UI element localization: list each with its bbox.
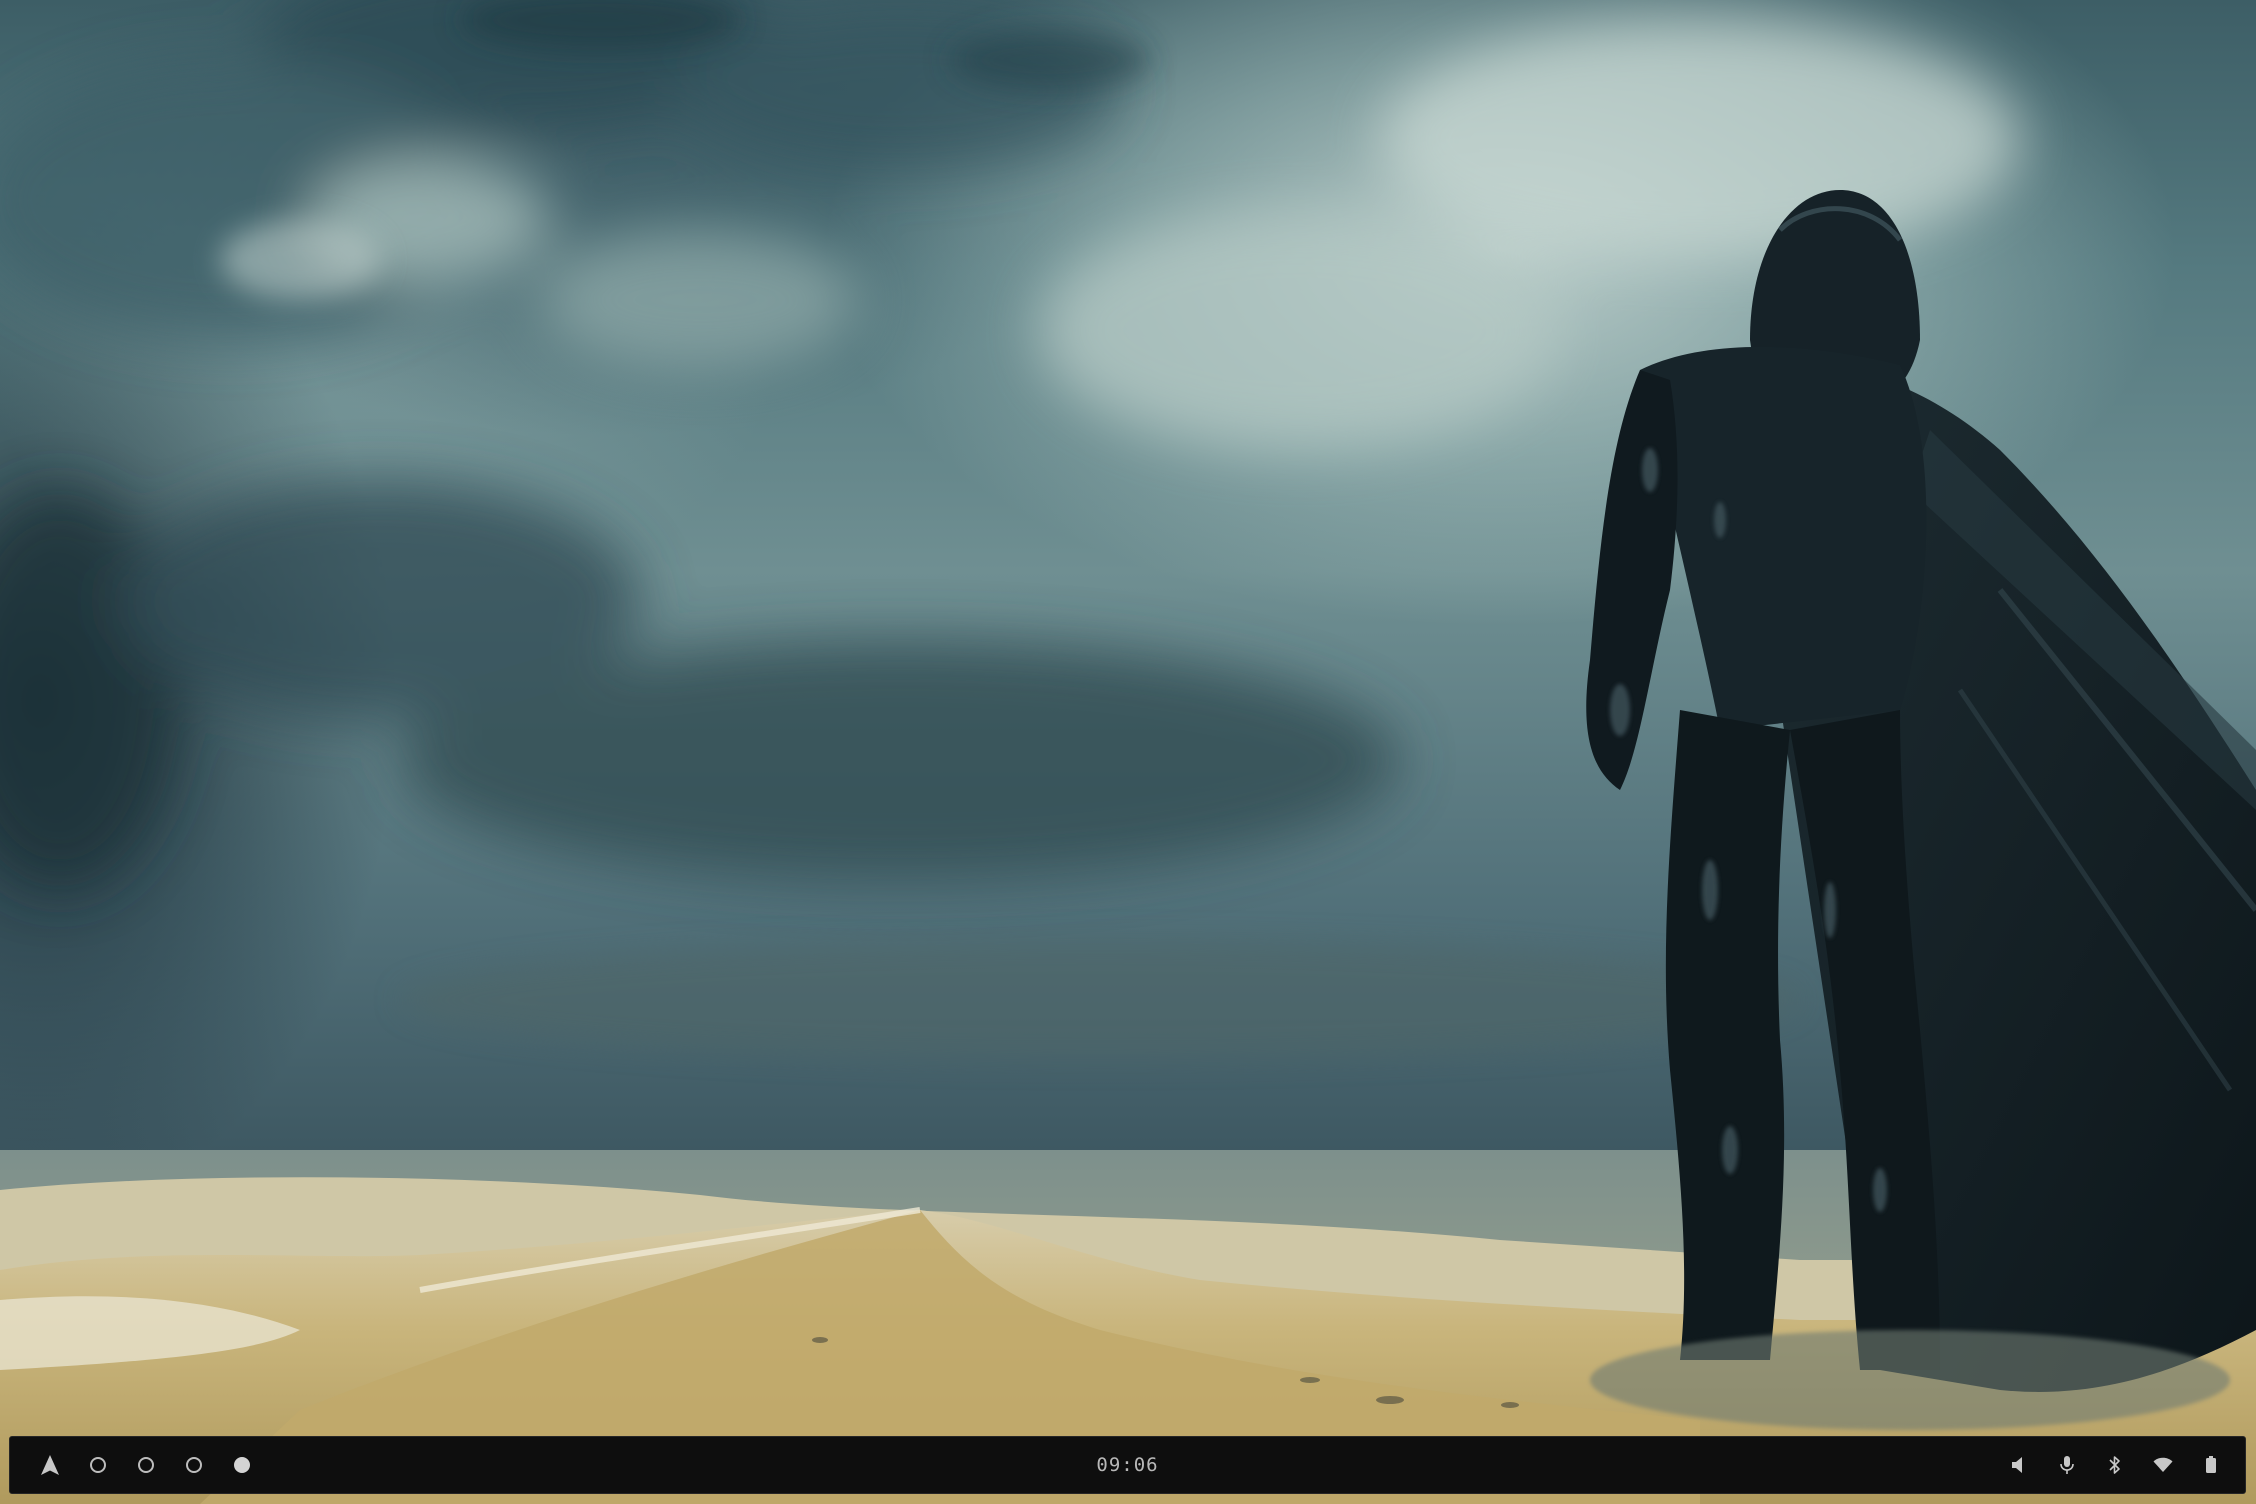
system-tray bbox=[1995, 1437, 2235, 1493]
workspace-3-button[interactable] bbox=[170, 1437, 218, 1493]
taskbar-left bbox=[26, 1437, 266, 1493]
workspace-4-button[interactable] bbox=[218, 1437, 266, 1493]
workspace-indicator bbox=[90, 1457, 106, 1473]
workspace-indicator bbox=[186, 1457, 202, 1473]
battery-button[interactable] bbox=[2187, 1437, 2235, 1493]
volume-button[interactable] bbox=[1995, 1437, 2043, 1493]
wifi-button[interactable] bbox=[2139, 1437, 2187, 1493]
taskbar: 09:06 bbox=[9, 1436, 2246, 1494]
arch-logo-icon bbox=[41, 1455, 59, 1475]
workspace-indicator-active bbox=[234, 1457, 250, 1473]
desktop-wallpaper bbox=[0, 0, 2256, 1504]
workspace-2-button[interactable] bbox=[122, 1437, 170, 1493]
battery-icon bbox=[2206, 1456, 2216, 1473]
launcher-button[interactable] bbox=[26, 1437, 74, 1493]
cloaked-figure bbox=[1586, 190, 2256, 1430]
volume-icon bbox=[2012, 1457, 2022, 1473]
microphone-button[interactable] bbox=[2043, 1437, 2091, 1493]
workspace-indicator bbox=[138, 1457, 154, 1473]
microphone-icon bbox=[2060, 1456, 2074, 1474]
bluetooth-icon bbox=[2109, 1456, 2120, 1474]
clock[interactable]: 09:06 bbox=[1096, 1437, 1158, 1493]
bluetooth-button[interactable] bbox=[2091, 1437, 2139, 1493]
workspace-1-button[interactable] bbox=[74, 1437, 122, 1493]
wifi-icon bbox=[2153, 1457, 2173, 1472]
